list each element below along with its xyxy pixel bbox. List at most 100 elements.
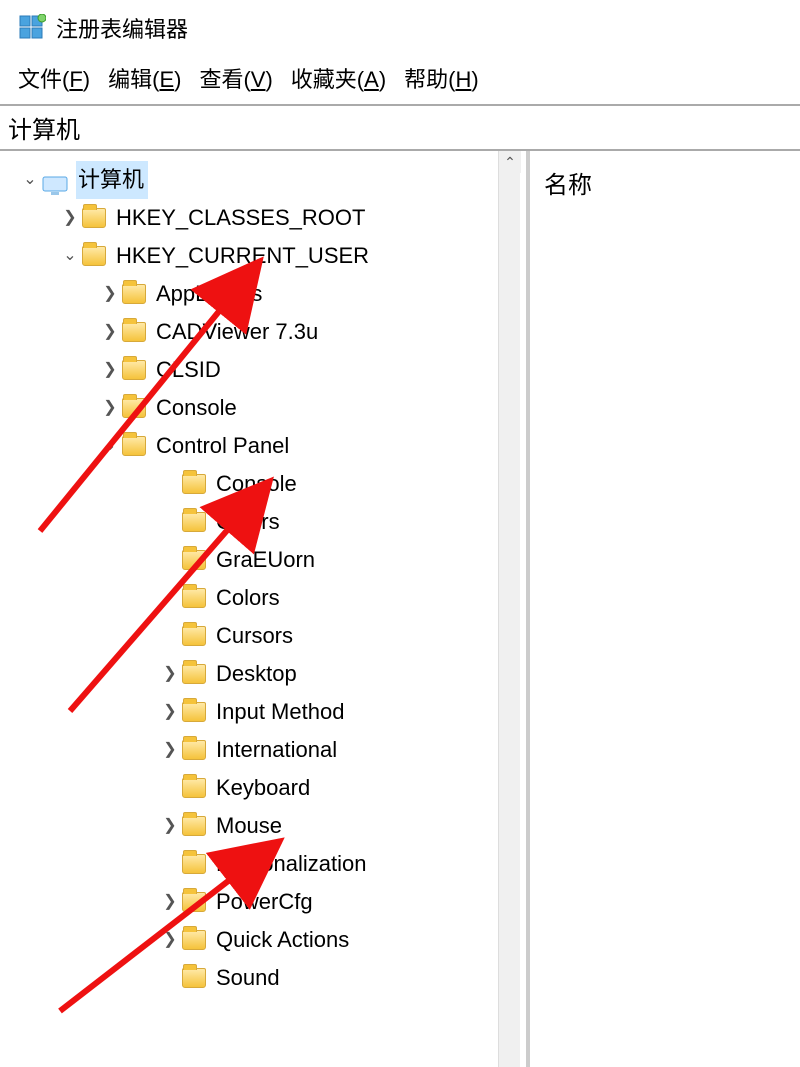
tree-node-cp-input-method[interactable]: ❯ Input Method (6, 693, 526, 731)
tree-pane: ⌄ 计算机 ❯ HKEY_CLASSES_ROOT ⌄ HKEY_CURRENT… (0, 151, 530, 1067)
tree-label: Quick Actions (216, 921, 349, 959)
menu-help[interactable]: 帮助(H) (404, 62, 479, 94)
tree-label: Cursors (216, 617, 293, 655)
expand-icon: · (160, 959, 180, 997)
folder-icon (182, 550, 206, 570)
folder-icon (182, 664, 206, 684)
tree-label: Console (156, 389, 237, 427)
tree-label: CLSID (156, 351, 221, 389)
menu-edit[interactable]: 编辑(E) (108, 62, 181, 94)
tree-label: AppEvents (156, 275, 262, 313)
expand-icon[interactable]: ❯ (160, 807, 180, 845)
values-pane: 名称 (530, 151, 800, 1067)
tree-node-cp-cursors[interactable]: · Cursors (6, 617, 526, 655)
expand-icon[interactable]: ❯ (160, 655, 180, 693)
folder-icon (122, 284, 146, 304)
tree-label: HKEY_CURRENT_USER (116, 237, 369, 275)
expand-icon[interactable]: ❯ (160, 731, 180, 769)
regedit-window: 注册表编辑器 文件(F) 编辑(E) 查看(V) 收藏夹(A) 帮助(H) 计算… (0, 0, 800, 1067)
collapse-icon[interactable]: ⌄ (60, 237, 80, 275)
collapse-icon[interactable]: ⌄ (20, 161, 40, 199)
tree-label: International (216, 731, 337, 769)
address-bar[interactable]: 计算机 (0, 106, 800, 151)
tree-label: PowerCfg (216, 883, 313, 921)
tree-label: Console (216, 465, 297, 503)
tree-node-control-panel[interactable]: ⌄ Control Panel (6, 427, 526, 465)
tree-label: Control Panel (156, 427, 289, 465)
folder-icon (182, 626, 206, 646)
expand-icon[interactable]: ❯ (160, 883, 180, 921)
tree-node-cp-mouse[interactable]: ❯ Mouse (6, 807, 526, 845)
folder-icon (82, 246, 106, 266)
folder-icon (182, 892, 206, 912)
folder-icon (122, 322, 146, 342)
collapse-icon[interactable]: ⌄ (100, 427, 120, 465)
column-header-name[interactable]: 名称 (544, 165, 786, 200)
computer-icon (42, 170, 68, 190)
tree-node-clsid[interactable]: ❯ CLSID (6, 351, 526, 389)
folder-icon (122, 398, 146, 418)
tree-node-cp-desktop[interactable]: ❯ Desktop (6, 655, 526, 693)
expand-icon: · (160, 617, 180, 655)
expand-icon[interactable]: ❯ (100, 351, 120, 389)
tree-label: Sound (216, 959, 280, 997)
expand-icon[interactable]: ❯ (160, 921, 180, 959)
regedit-app-icon (18, 14, 46, 42)
tree-node-cp-colors2[interactable]: · Colors (6, 579, 526, 617)
menu-file[interactable]: 文件(F) (18, 62, 90, 94)
tree-label: Desktop (216, 655, 297, 693)
folder-icon (182, 854, 206, 874)
tree-node-cp-colors[interactable]: · Colors (6, 503, 526, 541)
expand-icon: · (160, 579, 180, 617)
tree-node-cp-international[interactable]: ❯ International (6, 731, 526, 769)
tree-node-computer[interactable]: ⌄ 计算机 (6, 161, 526, 199)
expand-icon[interactable]: ❯ (100, 275, 120, 313)
tree-node-hkcr[interactable]: ❯ HKEY_CLASSES_ROOT (6, 199, 526, 237)
menu-favorites[interactable]: 收藏夹(A) (291, 62, 386, 94)
folder-icon (182, 512, 206, 532)
tree-node-appevents[interactable]: ❯ AppEvents (6, 275, 526, 313)
folder-icon (182, 474, 206, 494)
address-bar-text: 计算机 (8, 117, 80, 144)
tree-node-cp-keyboard[interactable]: · Keyboard (6, 769, 526, 807)
expand-icon: · (160, 845, 180, 883)
tree-node-cp-quick-actions[interactable]: ❯ Quick Actions (6, 921, 526, 959)
tree-label: HKEY_CLASSES_ROOT (116, 199, 365, 237)
tree-node-cp-powercfg[interactable]: ❯ PowerCfg (6, 883, 526, 921)
folder-icon (182, 588, 206, 608)
title-text: 注册表编辑器 (56, 12, 188, 44)
tree-label: Personalization (216, 845, 366, 883)
registry-tree: ⌄ 计算机 ❯ HKEY_CLASSES_ROOT ⌄ HKEY_CURRENT… (6, 161, 526, 997)
expand-icon[interactable]: ❯ (160, 693, 180, 731)
tree-node-hkcu[interactable]: ⌄ HKEY_CURRENT_USER (6, 237, 526, 275)
folder-icon (82, 208, 106, 228)
menu-view[interactable]: 查看(V) (199, 62, 272, 94)
tree-node-cp-bluetooth[interactable]: · GraEUorn (6, 541, 526, 579)
folder-icon (122, 360, 146, 380)
expand-icon[interactable]: ❯ (100, 313, 120, 351)
expand-icon: · (160, 465, 180, 503)
expand-icon: · (160, 769, 180, 807)
folder-icon (182, 740, 206, 760)
tree-scrollbar[interactable]: ⌃ (498, 151, 520, 1067)
tree-label: 计算机 (76, 161, 148, 199)
expand-icon: · (160, 503, 180, 541)
expand-icon: · (160, 541, 180, 579)
tree-node-cp-personalization[interactable]: · Personalization (6, 845, 526, 883)
tree-label: Input Method (216, 693, 344, 731)
tree-node-cp-console[interactable]: · Console (6, 465, 526, 503)
folder-icon (182, 702, 206, 722)
split-pane: ⌄ 计算机 ❯ HKEY_CLASSES_ROOT ⌄ HKEY_CURRENT… (0, 151, 800, 1067)
folder-icon (182, 968, 206, 988)
folder-icon (122, 436, 146, 456)
scroll-up-icon[interactable]: ⌃ (499, 151, 521, 173)
tree-label: Keyboard (216, 769, 310, 807)
menu-bar: 文件(F) 编辑(E) 查看(V) 收藏夹(A) 帮助(H) (0, 54, 800, 106)
expand-icon[interactable]: ❯ (100, 389, 120, 427)
tree-node-cp-sound[interactable]: · Sound (6, 959, 526, 997)
tree-node-console[interactable]: ❯ Console (6, 389, 526, 427)
tree-label: Colors (216, 503, 280, 541)
expand-icon[interactable]: ❯ (60, 199, 80, 237)
title-bar: 注册表编辑器 (0, 0, 800, 54)
tree-node-cadviewer[interactable]: ❯ CADViewer 7.3u (6, 313, 526, 351)
